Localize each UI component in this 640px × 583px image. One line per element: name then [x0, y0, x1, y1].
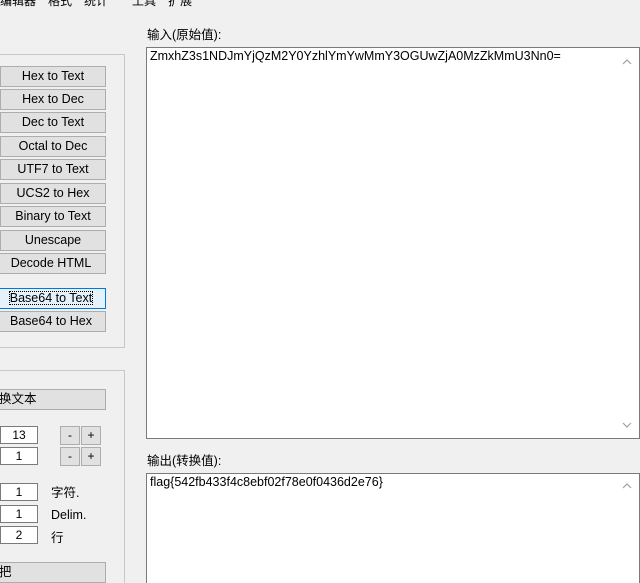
counter-1-minus-button[interactable]: -	[60, 426, 80, 445]
counter-2-plus-button[interactable]: +	[81, 447, 101, 466]
menu-extensions[interactable]: 扩展	[162, 0, 198, 12]
chevron-up-icon[interactable]	[621, 57, 633, 67]
replace-text-button[interactable]: 换文本	[0, 389, 106, 410]
base64-to-text-button[interactable]: Base64 to Text	[0, 288, 106, 309]
octal-to-dec-button[interactable]: Octal to Dec	[0, 136, 106, 157]
chevron-up-icon[interactable]	[621, 481, 633, 491]
base64-to-hex-button[interactable]: Base64 to Hex	[0, 311, 106, 332]
input-textarea[interactable]: ZmxhZ3s1NDJmYjQzM2Y0YzhlYmYwMmY3OGUwZjA0…	[146, 47, 640, 439]
counter-1-plus-button[interactable]: +	[81, 426, 101, 445]
delim-label: Delim.	[51, 508, 87, 522]
binary-to-text-button[interactable]: Binary to Text	[0, 206, 106, 227]
output-label: 输出(转换值):	[147, 454, 222, 468]
decode-html-button[interactable]: Decode HTML	[0, 253, 106, 274]
counter-1-field[interactable]: 13	[0, 426, 38, 444]
char-label: 字符.	[51, 486, 80, 500]
menu-bar: 编辑器 格式 统计 工具 扩展	[0, 0, 640, 12]
menu-format[interactable]: 格式	[42, 0, 78, 12]
chevron-down-icon[interactable]	[621, 421, 633, 431]
ucs2-to-hex-button[interactable]: UCS2 to Hex	[0, 183, 106, 204]
output-text: flag{542fb433f4c8ebf02f78e0f0436d2e76}	[150, 475, 383, 489]
input-text: ZmxhZ3s1NDJmYjQzM2Y0YzhlYmYwMmY3OGUwZjA0…	[150, 49, 561, 63]
hex-to-dec-button[interactable]: Hex to Dec	[0, 89, 106, 110]
menu-tools[interactable]: 工具	[126, 0, 162, 12]
line-count-field[interactable]: 2	[0, 526, 38, 544]
counter-2-field[interactable]: 1	[0, 447, 38, 465]
counter-2-minus-button[interactable]: -	[60, 447, 80, 466]
output-textarea[interactable]: flag{542fb433f4c8ebf02f78e0f0436d2e76}	[146, 473, 640, 583]
dec-to-text-button[interactable]: Dec to Text	[0, 112, 106, 133]
bottom-action-button[interactable]: 把	[0, 562, 106, 583]
utf7-to-text-button[interactable]: UTF7 to Text	[0, 159, 106, 180]
char-count-field[interactable]: 1	[0, 483, 38, 501]
input-label: 输入(原始值):	[147, 28, 222, 42]
hex-to-text-button[interactable]: Hex to Text	[0, 66, 106, 87]
base64-to-text-label: Base64 to Text	[8, 291, 94, 305]
unescape-button[interactable]: Unescape	[0, 230, 106, 251]
line-label: 行	[51, 531, 64, 545]
menu-stats[interactable]: 统计	[78, 0, 114, 12]
menu-editor[interactable]: 编辑器	[0, 0, 42, 12]
delim-count-field[interactable]: 1	[0, 505, 38, 523]
